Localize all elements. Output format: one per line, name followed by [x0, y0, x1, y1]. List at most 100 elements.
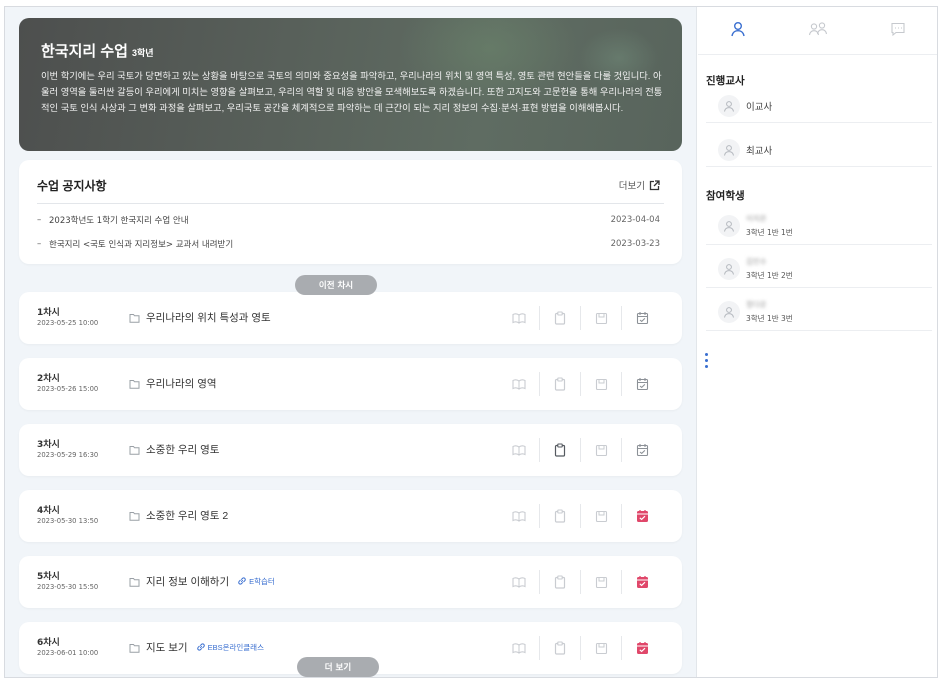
dash-icon: – — [37, 239, 42, 249]
session-label: 6차시 — [37, 638, 60, 648]
participants-sidebar: 진행교사 이교사 최교사 참여학생 이지은 3학년 1반 1번 김민수 3학년 … — [698, 7, 937, 677]
calendar-check-icon[interactable] — [622, 636, 663, 660]
student-item[interactable]: 이지은 3학년 1반 1번 — [706, 207, 932, 245]
student-info: 이지은 3학년 1반 1번 — [746, 213, 793, 238]
save-icon[interactable] — [581, 636, 622, 660]
session-actions — [499, 306, 663, 330]
session-actions — [499, 570, 663, 594]
teacher-name: 최교사 — [746, 145, 773, 157]
session-date: 2023-05-29 16:30 — [37, 451, 99, 459]
session-title-row[interactable]: 우리나라의 영역 — [129, 376, 217, 391]
external-link-icon — [649, 179, 660, 191]
session-card[interactable]: 5차시 2023-05-30 15:50 지리 정보 이해하기 E학습터 — [19, 556, 682, 608]
session-title-row[interactable]: 소중한 우리 영토 2 — [129, 508, 228, 523]
session-title-row[interactable]: 소중한 우리 영토 — [129, 442, 219, 457]
clipboard-icon[interactable] — [540, 438, 581, 462]
book-icon[interactable] — [499, 570, 540, 594]
clipboard-icon[interactable] — [540, 570, 581, 594]
session-link-label: E학습터 — [249, 577, 275, 586]
person-icon — [730, 21, 746, 41]
avatar — [718, 94, 740, 117]
student-name: 정다운 — [746, 300, 767, 309]
notice-card: 수업 공지사항 더보기 – 2023학년도 1학기 한국지리 수업 안내 202… — [19, 160, 682, 264]
calendar-check-icon[interactable] — [622, 438, 663, 462]
session-actions — [499, 504, 663, 528]
session-card[interactable]: 1차시 2023-05-25 10:00 우리나라의 위치 특성과 영토 — [19, 292, 682, 344]
student-name: 이지은 — [746, 214, 767, 223]
session-actions — [499, 438, 663, 462]
calendar-check-icon[interactable] — [622, 372, 663, 396]
book-icon[interactable] — [499, 636, 540, 660]
main-panel: 한국지리 수업 3학년 이번 학기에는 우리 국토가 당면하고 있는 상황을 바탕… — [5, 7, 697, 677]
session-title: 소중한 우리 영토 2 — [146, 510, 229, 522]
save-icon[interactable] — [581, 438, 622, 462]
book-icon[interactable] — [499, 438, 540, 462]
session-date: 2023-05-25 10:00 — [37, 319, 99, 327]
tab-chat[interactable] — [858, 7, 937, 55]
clipboard-icon[interactable] — [540, 504, 581, 528]
course-title-row: 한국지리 수업 3학년 — [41, 40, 154, 61]
course-title: 한국지리 수업 — [41, 43, 128, 60]
book-icon[interactable] — [499, 504, 540, 528]
tab-participants[interactable] — [698, 7, 778, 55]
tab-groups[interactable] — [778, 7, 858, 55]
clipboard-icon[interactable] — [540, 636, 581, 660]
book-icon[interactable] — [499, 306, 540, 330]
notice-item-title: 2023학년도 1학기 한국지리 수업 안내 — [49, 216, 189, 226]
student-info: 정다운 3학년 1반 3번 — [746, 299, 793, 324]
notice-item[interactable]: – 2023학년도 1학기 한국지리 수업 안내 2023-04-04 — [37, 212, 660, 228]
session-external-link[interactable]: EBS온라인클래스 — [196, 642, 264, 654]
student-item[interactable]: 김민수 3학년 1반 2번 — [706, 250, 932, 288]
session-title: 우리나라의 영역 — [146, 378, 217, 390]
session-date: 2023-06-01 10:00 — [37, 649, 99, 657]
session-date: 2023-05-30 13:50 — [37, 517, 99, 525]
chat-icon — [890, 21, 906, 41]
more-options-icon[interactable] — [705, 353, 709, 368]
course-banner: 한국지리 수업 3학년 이번 학기에는 우리 국토가 당면하고 있는 상황을 바탕… — [19, 18, 682, 151]
session-card[interactable]: 4차시 2023-05-30 13:50 소중한 우리 영토 2 — [19, 490, 682, 542]
session-date: 2023-05-26 15:00 — [37, 385, 99, 393]
avatar — [718, 214, 740, 237]
folder-icon — [129, 379, 140, 389]
avatar — [718, 300, 740, 323]
session-title: 지도 보기 — [146, 642, 188, 654]
teachers-title: 진행교사 — [706, 75, 745, 87]
student-name: 김민수 — [746, 257, 767, 266]
session-title-row[interactable]: 지도 보기 EBS온라인클래스 — [129, 640, 264, 655]
session-label: 1차시 — [37, 308, 60, 318]
session-label: 3차시 — [37, 440, 60, 450]
clipboard-icon[interactable] — [540, 372, 581, 396]
student-item[interactable]: 정다운 3학년 1반 3번 — [706, 293, 932, 331]
session-card[interactable]: 3차시 2023-05-29 16:30 소중한 우리 영토 — [19, 424, 682, 476]
calendar-check-icon[interactable] — [622, 570, 663, 594]
folder-icon — [129, 577, 140, 587]
session-title-row[interactable]: 지리 정보 이해하기 E학습터 — [129, 574, 275, 589]
session-card[interactable]: 2차시 2023-05-26 15:00 우리나라의 영역 — [19, 358, 682, 410]
divider — [37, 203, 664, 204]
more-sessions-button[interactable]: 더 보기 — [297, 657, 379, 677]
prev-sessions-button[interactable]: 이전 차시 — [295, 275, 377, 295]
link-icon — [237, 576, 247, 588]
clipboard-icon[interactable] — [540, 306, 581, 330]
book-icon[interactable] — [499, 372, 540, 396]
course-description: 이번 학기에는 우리 국토가 당면하고 있는 상황을 바탕으로 국토의 의미와 … — [41, 71, 663, 113]
app-window: 한국지리 수업 3학년 이번 학기에는 우리 국토가 당면하고 있는 상황을 바탕… — [4, 6, 938, 678]
calendar-check-icon[interactable] — [622, 504, 663, 528]
save-icon[interactable] — [581, 306, 622, 330]
calendar-check-icon[interactable] — [622, 306, 663, 330]
teacher-item[interactable]: 이교사 — [706, 89, 932, 123]
avatar — [718, 138, 740, 161]
link-icon — [196, 642, 206, 654]
session-title-row[interactable]: 우리나라의 위치 특성과 영토 — [129, 310, 271, 325]
save-icon[interactable] — [581, 504, 622, 528]
folder-icon — [129, 511, 140, 521]
notice-more-label: 더보기 — [618, 181, 645, 192]
teacher-item[interactable]: 최교사 — [706, 133, 932, 167]
notice-item[interactable]: – 한국지리 <국토 인식과 지리정보> 교과서 내려받기 2023-03-23 — [37, 236, 660, 252]
student-class: 3학년 1반 3번 — [746, 314, 793, 323]
session-label: 5차시 — [37, 572, 60, 582]
notice-more-link[interactable]: 더보기 — [619, 178, 660, 192]
save-icon[interactable] — [581, 570, 622, 594]
session-external-link[interactable]: E학습터 — [237, 576, 275, 588]
save-icon[interactable] — [581, 372, 622, 396]
